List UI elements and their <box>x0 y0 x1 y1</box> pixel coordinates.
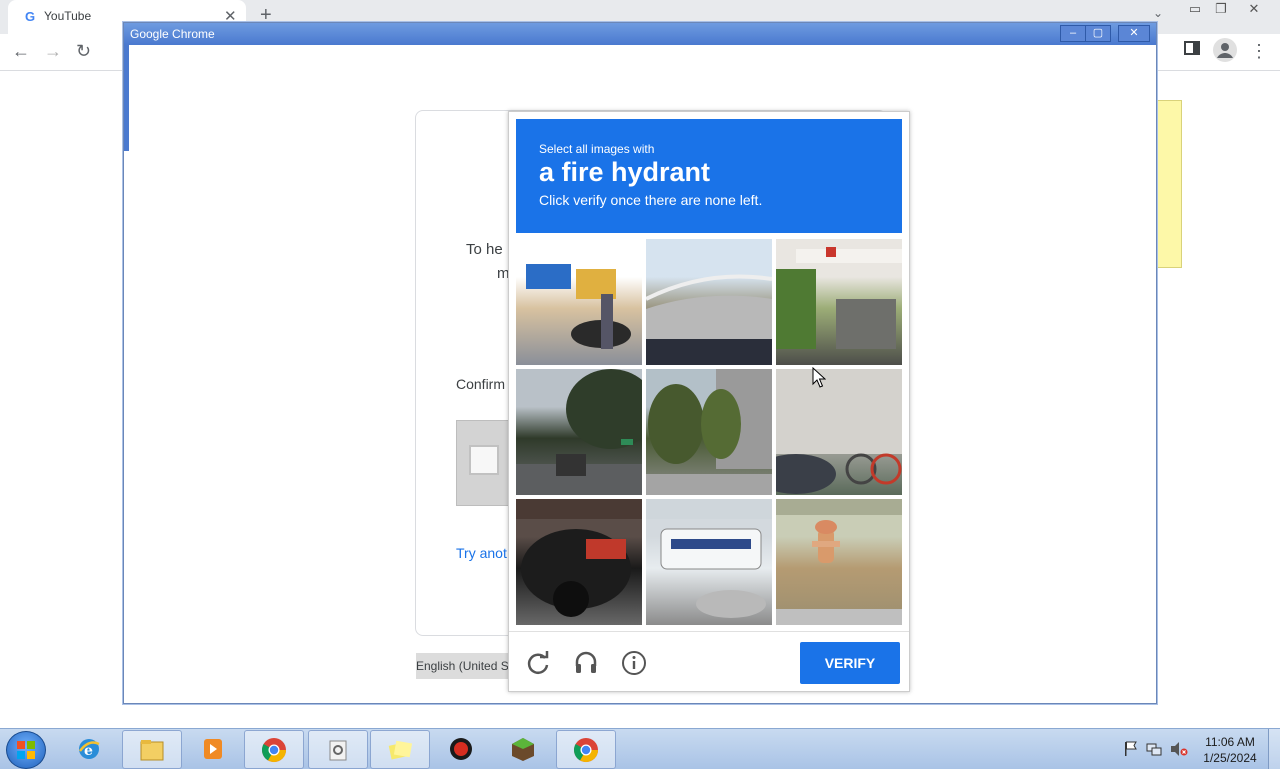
forward-icon[interactable]: → <box>44 41 62 62</box>
window-close-icon[interactable]: ✕ <box>1118 25 1150 42</box>
taskbar-explorer[interactable] <box>122 730 182 769</box>
action-center-flag-icon[interactable] <box>1124 741 1138 757</box>
tile-image <box>646 274 772 365</box>
captcha-tile-2[interactable] <box>646 239 772 365</box>
instruction-small: Select all images with <box>539 142 655 156</box>
captcha-tile-6[interactable] <box>776 369 902 495</box>
windows-logo-icon <box>17 741 35 759</box>
settings-icon <box>329 740 347 761</box>
restore-icon[interactable]: ❐ <box>1210 1 1232 17</box>
captcha-tile-4[interactable] <box>516 369 642 495</box>
media-player-icon <box>204 739 222 759</box>
challenge-target: a fire hydrant <box>539 157 711 187</box>
tile-image <box>776 369 902 494</box>
internet-explorer-icon: e <box>79 739 100 759</box>
tile-image <box>646 499 772 618</box>
profile-icon[interactable] <box>1213 38 1237 67</box>
captcha-tile-7[interactable] <box>516 499 642 625</box>
network-icon[interactable] <box>1146 741 1162 757</box>
captcha-tile-1[interactable] <box>516 239 642 365</box>
taskbar-ie[interactable]: e <box>60 730 118 767</box>
window-edge <box>124 45 129 151</box>
confirm-text: Confirm <box>456 376 506 392</box>
challenge-footer: VERIFY <box>509 631 909 692</box>
instruction-sub: Click verify once there are none left. <box>539 192 763 208</box>
sticky-note <box>1156 100 1182 268</box>
window-title-bar: Google Chrome – ▢ ✕ <box>124 23 1156 45</box>
volume-muted-icon[interactable] <box>1170 741 1188 757</box>
side-panel-icon[interactable] <box>1184 40 1200 61</box>
captcha-tile-8[interactable] <box>646 499 772 625</box>
show-desktop-button[interactable] <box>1268 729 1280 769</box>
tab-search-icon[interactable]: ⌄ <box>1153 6 1163 20</box>
menu-icon[interactable]: ⋮ <box>1250 41 1268 62</box>
captcha-tile-3[interactable] <box>776 239 902 365</box>
tile-image <box>646 369 772 495</box>
antivirus-icon <box>450 738 472 760</box>
taskbar-antivirus[interactable] <box>432 730 490 767</box>
clock-time: 11:06 AM <box>1205 735 1255 749</box>
tile-image <box>516 369 642 495</box>
taskbar-media-player[interactable] <box>184 730 242 767</box>
clock-date: 1/25/2024 <box>1203 751 1257 765</box>
windows-taskbar: e 11:06 AM 1/25/2024 <box>0 728 1280 769</box>
tab-title: YouTube <box>44 9 92 23</box>
tile-image <box>776 247 902 349</box>
taskbar-settings[interactable] <box>308 730 368 769</box>
chrome-icon <box>573 738 598 763</box>
try-another-way-link[interactable]: Try anot <box>456 545 507 561</box>
audio-challenge-icon[interactable] <box>573 650 599 676</box>
tile-image <box>516 499 642 617</box>
tile-image <box>776 499 902 625</box>
window-maximize-icon[interactable]: ▢ <box>1085 25 1111 42</box>
reload-challenge-icon[interactable] <box>525 650 551 676</box>
recaptcha-challenge: Select all images with a fire hydrant Cl… <box>508 111 910 692</box>
tile-image <box>526 264 631 349</box>
recaptcha-checkbox[interactable] <box>469 445 499 475</box>
system-clock[interactable]: 11:06 AM 1/25/2024 <box>1196 734 1264 766</box>
info-icon[interactable] <box>621 650 647 676</box>
sticky-notes-icon <box>388 740 413 760</box>
start-button[interactable] <box>6 731 46 769</box>
captcha-tile-5[interactable] <box>646 369 772 495</box>
taskbar-sticky-notes[interactable] <box>370 730 430 769</box>
challenge-header: Select all images with a fire hydrant Cl… <box>516 119 902 233</box>
back-icon[interactable]: ← <box>12 41 30 62</box>
window-minimize-icon[interactable]: – <box>1060 25 1086 42</box>
folder-icon <box>140 740 164 761</box>
taskbar-minecraft[interactable] <box>494 730 552 767</box>
verify-button[interactable]: VERIFY <box>800 642 900 684</box>
minecraft-icon <box>512 738 534 761</box>
reload-icon[interactable]: ↻ <box>76 41 91 62</box>
captcha-tile-9[interactable] <box>776 499 902 625</box>
taskbar-chrome-1[interactable] <box>244 730 304 769</box>
card-text-line1: To he <box>466 241 503 258</box>
close-icon[interactable]: ✕ <box>1243 1 1265 17</box>
window-title: Google Chrome <box>130 27 215 41</box>
google-favicon-icon: G <box>24 9 36 24</box>
mouse-cursor-icon <box>812 367 826 388</box>
taskbar-chrome-2[interactable] <box>556 730 616 769</box>
svg-text:e: e <box>84 743 93 759</box>
minimize-icon[interactable]: ▭ <box>1184 1 1206 17</box>
chrome-icon <box>261 738 286 763</box>
language-selector[interactable]: English (United S <box>416 653 516 679</box>
